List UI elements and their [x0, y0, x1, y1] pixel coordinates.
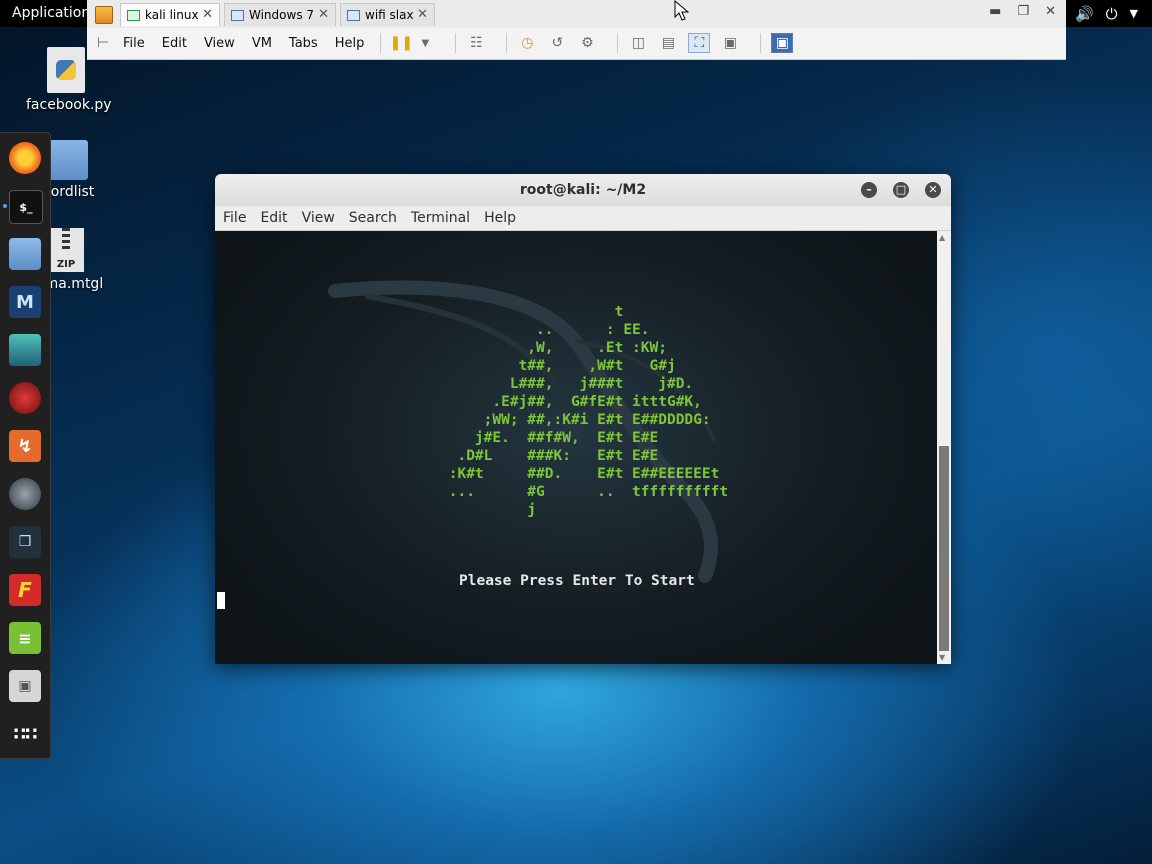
start-prompt: Please Press Enter To Start	[459, 573, 695, 589]
firefox-icon[interactable]	[9, 142, 41, 174]
desktop-icon-facebook-py[interactable]: facebook.py	[26, 47, 112, 113]
stretch-icon[interactable]: ▣	[771, 33, 794, 53]
menu-vm[interactable]: VM	[252, 36, 272, 51]
snapshot-icon[interactable]: ◷	[517, 34, 537, 52]
chevron-down-icon[interactable]: ▼	[415, 34, 435, 52]
terminal-output[interactable]: t .. : EE. ,W, .Et :KW; t##, ,W#t G#j L#…	[215, 231, 937, 664]
minimize-icon[interactable]: –	[861, 182, 877, 198]
text-cursor	[217, 592, 225, 609]
mouse-pointer-icon	[674, 0, 690, 21]
toolbar-divider	[506, 33, 508, 53]
vmware-app-icon[interactable]	[95, 6, 113, 24]
vm-toolbar: ⊢ File Edit View VM Tabs Help ❚❚ ▼ ☷ ◷ ↺…	[87, 28, 1066, 58]
text-editor-icon[interactable]: ≡	[9, 622, 41, 654]
armitage-icon[interactable]	[9, 334, 41, 366]
system-tray: 🔊 ⏻ ▼	[1075, 0, 1138, 27]
pause-icon[interactable]: ❚❚	[390, 34, 413, 52]
toolbar-divider	[760, 33, 762, 53]
faraday-icon[interactable]: F	[9, 574, 41, 606]
menu-help[interactable]: Help	[484, 210, 516, 226]
zip-file-icon: ZIP	[48, 228, 84, 272]
burpsuite-icon[interactable]: ↯	[9, 430, 41, 462]
files-icon[interactable]	[9, 238, 41, 270]
app-grid-icon[interactable]: ∷∷	[9, 718, 41, 750]
terminal-menubar: File Edit View Search Terminal Help	[215, 206, 951, 231]
scroll-down-icon[interactable]: ▼	[939, 653, 945, 662]
tab-label: wifi slax	[365, 8, 414, 22]
ascii-art-logo: t .. : EE. ,W, .Et :KW; t##, ,W#t G#j L#…	[448, 304, 729, 518]
close-icon[interactable]: ✕	[318, 7, 329, 22]
toolbar-divider	[455, 33, 457, 53]
menu-file[interactable]: File	[223, 210, 246, 226]
metasploit-icon[interactable]: M	[9, 286, 41, 318]
revert-snapshot-icon[interactable]: ↺	[547, 34, 567, 52]
applications-menu[interactable]: Applications	[0, 0, 98, 27]
sqlmap-icon[interactable]: ❒	[9, 526, 41, 558]
restore-icon[interactable]: ❐	[1017, 4, 1029, 19]
menu-view[interactable]: View	[204, 36, 235, 51]
toolbar-divider	[380, 33, 382, 53]
menu-terminal[interactable]: Terminal	[411, 210, 470, 226]
close-icon[interactable]: ✕	[202, 7, 213, 22]
chevron-down-icon[interactable]: ▼	[1130, 7, 1138, 20]
zip-badge: ZIP	[56, 259, 76, 270]
tab-wifi-slax[interactable]: wifi slax ✕	[340, 3, 435, 26]
close-icon[interactable]: ✕	[417, 7, 428, 22]
volume-icon[interactable]: 🔊	[1075, 5, 1094, 23]
menu-help[interactable]: Help	[335, 36, 365, 51]
power-icon[interactable]: ⏻	[1106, 5, 1118, 23]
screenshot-icon[interactable]: ▣	[9, 670, 41, 702]
terminal-window: root@kali: ~/M2 – □ ✕ File Edit View Sea…	[215, 174, 951, 664]
beef-icon[interactable]	[9, 382, 41, 414]
menu-search[interactable]: Search	[349, 210, 397, 226]
tab-windows-7[interactable]: Windows 7 ✕	[224, 3, 336, 26]
terminal-titlebar[interactable]: root@kali: ~/M2 – □ ✕	[215, 174, 951, 206]
menu-edit[interactable]: Edit	[162, 36, 187, 51]
snapshot-manager-icon[interactable]: ⚙	[577, 34, 597, 52]
terminal-scrollbar[interactable]: ▲ ▼	[937, 231, 951, 664]
vm-tab-bar: kali linux ✕ Windows 7 ✕ wifi slax ✕ ▬ ❐…	[87, 0, 1066, 28]
vm-icon	[347, 9, 360, 21]
tab-label: kali linux	[145, 8, 199, 22]
unity-icon[interactable]: ▣	[720, 34, 740, 52]
fullscreen-icon[interactable]: ⛶	[688, 33, 711, 53]
menu-file[interactable]: File	[123, 36, 145, 51]
dock: $_ M ↯ ❒ F ≡ ▣ ∷∷	[0, 132, 51, 759]
minimize-icon[interactable]: ▬	[989, 4, 1001, 19]
vm-icon	[231, 9, 244, 21]
vm-running-icon	[127, 9, 140, 21]
maltego-icon[interactable]	[9, 478, 41, 510]
python-file-icon	[47, 47, 85, 93]
terminal-icon[interactable]: $_	[9, 190, 43, 224]
toolbar-divider	[617, 33, 619, 53]
tab-label: Windows 7	[249, 8, 315, 22]
running-indicator	[3, 204, 7, 208]
scroll-up-icon[interactable]: ▲	[939, 233, 945, 242]
close-icon[interactable]: ✕	[1045, 4, 1056, 19]
close-icon[interactable]: ✕	[925, 182, 941, 198]
scrollbar-thumb[interactable]	[939, 446, 949, 651]
menu-tabs[interactable]: Tabs	[289, 36, 318, 51]
menu-edit[interactable]: Edit	[260, 210, 287, 226]
tab-kali-linux[interactable]: kali linux ✕	[120, 3, 220, 26]
network-icon[interactable]: ☷	[466, 34, 486, 52]
sidebar-toggle-icon[interactable]: ◫	[628, 34, 648, 52]
window-controls: ▬ ❐ ✕	[989, 4, 1056, 19]
desktop-icon-label: facebook.py	[26, 97, 112, 113]
vmware-window: kali linux ✕ Windows 7 ✕ wifi slax ✕ ▬ ❐…	[87, 0, 1066, 60]
maximize-icon[interactable]: □	[893, 182, 909, 198]
console-view-icon[interactable]: ▤	[658, 34, 678, 52]
window-title: root@kali: ~/M2	[519, 182, 647, 198]
menu-view[interactable]: View	[302, 210, 335, 226]
